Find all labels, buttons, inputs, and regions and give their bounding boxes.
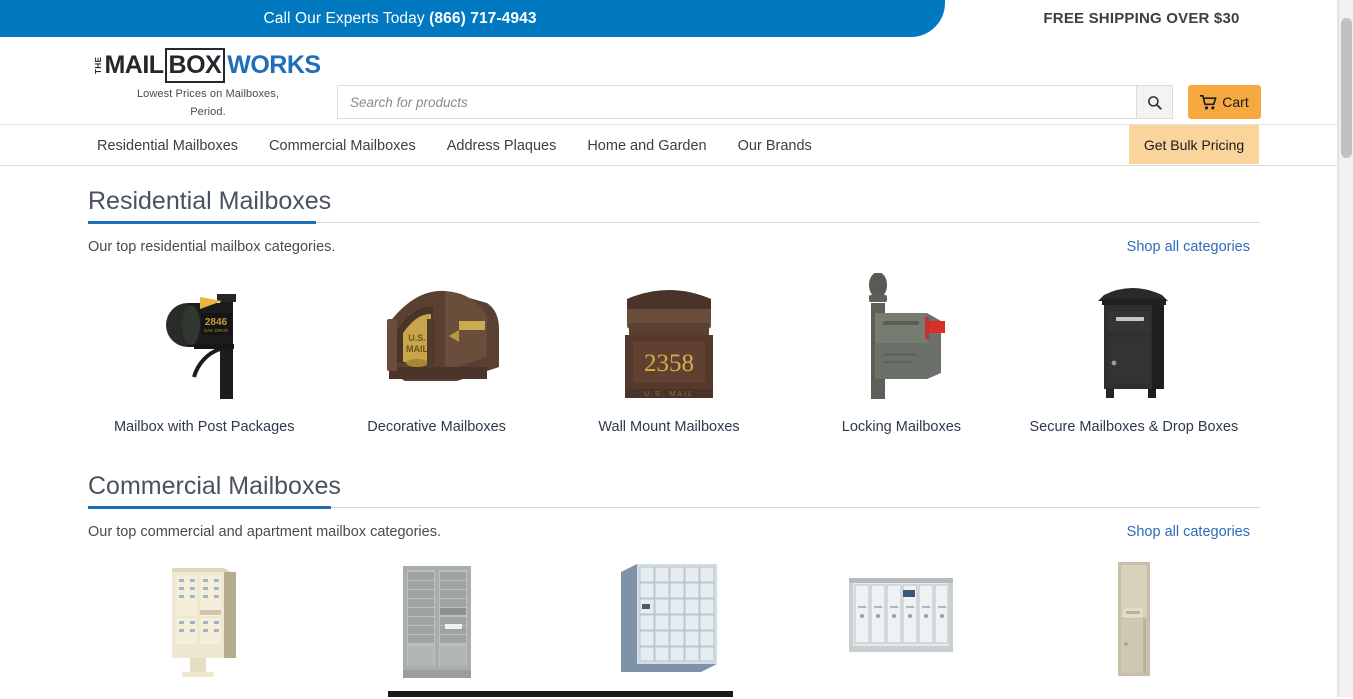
bottom-status-bar bbox=[388, 691, 733, 697]
free-shipping-notice: FREE SHIPPING OVER $30 bbox=[1043, 10, 1240, 27]
secure-drop-box-image bbox=[1086, 271, 1182, 401]
logo-wordmark: THE MAIL BOX WORKS bbox=[94, 46, 321, 84]
nav-item-home-and-garden[interactable]: Home and Garden bbox=[587, 138, 706, 154]
shopping-cart-icon bbox=[1200, 94, 1217, 109]
section-underline-residential bbox=[88, 221, 1260, 224]
page-scrollbar[interactable] bbox=[1338, 0, 1353, 697]
svg-text:MAIL: MAIL bbox=[406, 344, 428, 354]
single-column-mailbox-image bbox=[1112, 556, 1156, 681]
nav-item-list: Residential Mailboxes Commercial Mailbox… bbox=[97, 125, 812, 166]
category-tile-locking-mailboxes[interactable]: Locking Mailboxes bbox=[785, 271, 1017, 435]
category-label-mailbox-with-post-packages: Mailbox with Post Packages bbox=[113, 419, 295, 435]
cluster-box-unit-image bbox=[152, 556, 256, 681]
svg-text:2358: 2358 bbox=[644, 350, 694, 377]
logo-mail-text: MAIL bbox=[104, 50, 164, 79]
page-content: Residential Mailboxes Our top residentia… bbox=[0, 187, 1338, 699]
nav-item-address-plaques[interactable]: Address Plaques bbox=[447, 138, 557, 154]
post-mount-mailbox-image: 2846 OAK DRIVE bbox=[144, 271, 264, 401]
category-tile-single-column-mailboxes[interactable] bbox=[1018, 556, 1250, 699]
scrollbar-thumb[interactable] bbox=[1341, 18, 1352, 158]
svg-text:U.S.: U.S. bbox=[408, 333, 426, 343]
section-underline-commercial bbox=[88, 506, 1260, 509]
category-label-secure-mailboxes-drop-boxes: Secure Mailboxes & Drop Boxes bbox=[1029, 419, 1239, 435]
category-tile-vertical-mailboxes[interactable] bbox=[785, 556, 1017, 699]
section-subtitle-commercial: Our top commercial and apartment mailbox… bbox=[88, 524, 441, 540]
section-title-residential: Residential Mailboxes bbox=[88, 187, 332, 215]
section-title-commercial: Commercial Mailboxes bbox=[88, 472, 341, 500]
svg-text:OAK DRIVE: OAK DRIVE bbox=[204, 328, 229, 333]
category-tile-wall-mount-mailboxes[interactable]: 2358 U.S. MAIL Wall Mount Mailboxes bbox=[553, 271, 785, 435]
nav-item-our-brands[interactable]: Our Brands bbox=[738, 138, 812, 154]
shop-all-categories-commercial[interactable]: Shop all categories bbox=[1127, 524, 1250, 540]
category-tile-cluster-box-units[interactable] bbox=[88, 556, 320, 699]
site-logo[interactable]: THE MAIL BOX WORKS Lowest Prices on Mail… bbox=[94, 46, 321, 120]
section-subheader-commercial: Our top commercial and apartment mailbox… bbox=[88, 524, 1250, 540]
category-label-decorative-mailboxes: Decorative Mailboxes bbox=[367, 419, 506, 435]
logo-box-text: BOX bbox=[164, 47, 226, 83]
nav-item-commercial-mailboxes[interactable]: Commercial Mailboxes bbox=[269, 138, 416, 154]
wall-mount-mailbox-image: 2358 U.S. MAIL bbox=[613, 271, 725, 401]
search-icon bbox=[1148, 95, 1162, 110]
locking-mailbox-image bbox=[847, 271, 955, 401]
vertical-six-door-mailbox-image bbox=[845, 556, 957, 681]
logo-tagline: Lowest Prices on Mailboxes, Period. bbox=[136, 88, 280, 118]
category-tile-secure-mailboxes-drop-boxes[interactable]: Secure Mailboxes & Drop Boxes bbox=[1018, 271, 1250, 435]
category-tile-recessed-mailbox-grid[interactable] bbox=[553, 556, 785, 699]
logo-works-text: WORKS bbox=[227, 50, 321, 79]
logo-the-text: THE bbox=[94, 56, 104, 74]
phone-prefix-text: Call Our Experts Today bbox=[263, 10, 430, 27]
category-tile-4c-horizontal-mailboxes[interactable] bbox=[320, 556, 552, 699]
category-label-locking-mailboxes: Locking Mailboxes bbox=[841, 419, 962, 435]
product-search-form bbox=[337, 85, 1173, 119]
cart-label: Cart bbox=[1222, 94, 1249, 110]
category-tile-mailbox-with-post-packages[interactable]: 2846 OAK DRIVE Mailbox with Post Package… bbox=[88, 271, 320, 435]
section-header-residential: Residential Mailboxes bbox=[88, 187, 1260, 224]
shop-all-categories-residential[interactable]: Shop all categories bbox=[1127, 239, 1250, 255]
cart-button[interactable]: Cart bbox=[1188, 85, 1261, 119]
get-bulk-pricing-button[interactable]: Get Bulk Pricing bbox=[1129, 125, 1259, 164]
decorative-mailbox-image: U.S. MAIL bbox=[367, 271, 507, 401]
nav-item-residential-mailboxes[interactable]: Residential Mailboxes bbox=[97, 138, 238, 154]
search-submit-button[interactable] bbox=[1136, 85, 1173, 119]
phone-number[interactable]: (866) 717-4943 bbox=[429, 10, 536, 27]
site-header: THE MAIL BOX WORKS Lowest Prices on Mail… bbox=[0, 37, 1338, 150]
section-subheader-residential: Our top residential mailbox categories. … bbox=[88, 239, 1250, 255]
section-subtitle-residential: Our top residential mailbox categories. bbox=[88, 239, 336, 255]
main-navigation: Residential Mailboxes Commercial Mailbox… bbox=[0, 125, 1338, 166]
svg-text:U.S. MAIL: U.S. MAIL bbox=[644, 391, 694, 398]
search-input[interactable] bbox=[337, 85, 1136, 119]
svg-text:2846: 2846 bbox=[205, 317, 228, 328]
category-tile-decorative-mailboxes[interactable]: U.S. MAIL Decorative Mailboxes bbox=[320, 271, 552, 435]
recessed-mailbox-grid-image bbox=[617, 556, 721, 681]
category-tiles-residential: 2846 OAK DRIVE Mailbox with Post Package… bbox=[88, 271, 1250, 435]
category-label-wall-mount-mailboxes: Wall Mount Mailboxes bbox=[598, 419, 740, 435]
4c-horizontal-mailbox-image bbox=[397, 556, 477, 681]
section-header-commercial: Commercial Mailboxes bbox=[88, 472, 1260, 509]
phone-callout: Call Our Experts Today (866) 717-4943 bbox=[0, 0, 945, 37]
category-tiles-commercial bbox=[88, 556, 1250, 699]
top-promo-bar: Call Our Experts Today (866) 717-4943 FR… bbox=[0, 0, 1338, 37]
